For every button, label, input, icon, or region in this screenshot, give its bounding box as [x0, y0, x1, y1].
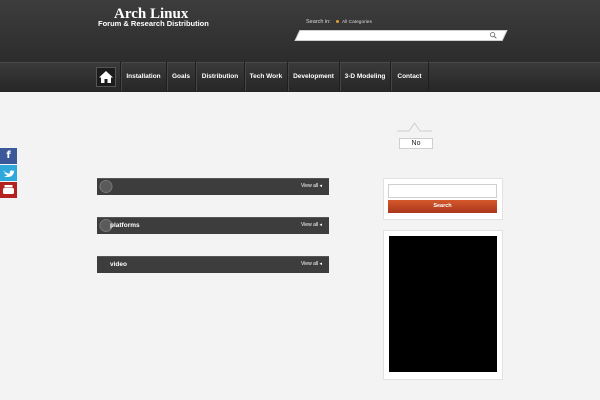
- facebook-button[interactable]: f: [0, 148, 17, 164]
- radio-dot-icon: [336, 20, 339, 24]
- header-search-input[interactable]: [302, 31, 482, 40]
- view-all-link[interactable]: View all: [301, 217, 322, 234]
- nav-home-button[interactable]: [96, 67, 116, 87]
- site-tagline: Forum & Research Distribution: [98, 19, 209, 28]
- section-header: video View all: [97, 256, 329, 273]
- search-in-label: Search in:: [306, 19, 331, 25]
- nav-item-goals[interactable]: Goals: [166, 62, 195, 91]
- section-header: platforms View all: [97, 217, 329, 234]
- youtube-button[interactable]: [0, 182, 17, 198]
- search-category-select[interactable]: All Categories: [336, 20, 372, 25]
- nav-item-contact[interactable]: Contact: [390, 62, 428, 91]
- nav-item-installation[interactable]: Installation: [120, 62, 166, 91]
- dropdown-caret-icon: [397, 122, 432, 132]
- view-all-link[interactable]: View all: [301, 178, 322, 195]
- twitter-icon: [3, 170, 15, 178]
- search-icon[interactable]: [489, 31, 498, 40]
- sidebar-search-button[interactable]: Search: [388, 200, 497, 213]
- dropdown-item[interactable]: No: [399, 138, 433, 149]
- section-emblem-icon: [99, 180, 113, 193]
- nav-divider: [428, 62, 429, 91]
- view-all-link[interactable]: View all: [301, 256, 322, 273]
- section-header: View all: [97, 178, 329, 195]
- facebook-icon: f: [6, 150, 11, 161]
- youtube-icon: [3, 185, 14, 194]
- section-title: platforms: [110, 222, 140, 229]
- search-category-label: All Categories: [342, 20, 372, 25]
- section-title: video: [110, 261, 127, 268]
- nav-item-distribution[interactable]: Distribution: [195, 62, 244, 91]
- nav-item-3d-modeling[interactable]: 3-D Modeling: [339, 62, 390, 91]
- video-player[interactable]: [389, 236, 497, 372]
- twitter-button[interactable]: [0, 165, 17, 181]
- nav-item-tech-work[interactable]: Tech Work: [244, 62, 287, 91]
- nav-item-development[interactable]: Development: [287, 62, 339, 91]
- home-icon: [99, 71, 113, 83]
- sidebar-search-input[interactable]: [388, 184, 497, 198]
